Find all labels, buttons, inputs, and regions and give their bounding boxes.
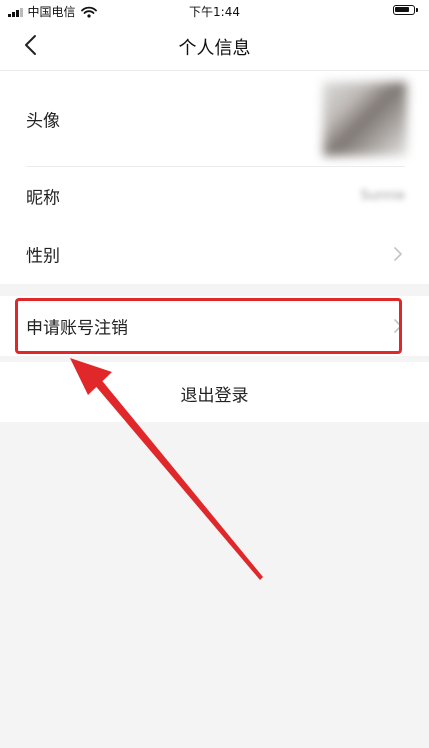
- profile-group: 头像 昵称 Sunnie 性别: [0, 71, 429, 284]
- gender-label: 性别: [26, 246, 60, 267]
- nickname-value: Sunnie: [360, 188, 405, 204]
- nav-bar: 个人信息: [0, 20, 429, 71]
- nickname-label: 昵称: [26, 188, 60, 209]
- account-group: 申请账号注销: [0, 296, 429, 356]
- avatar-label: 头像: [26, 111, 60, 132]
- deactivate-account-label: 申请账号注销: [26, 318, 128, 339]
- status-bar: 中国电信 下午1:44: [0, 0, 429, 20]
- nickname-row[interactable]: 昵称 Sunnie: [0, 167, 429, 225]
- avatar: [323, 82, 407, 156]
- logout-button[interactable]: 退出登录: [0, 362, 429, 422]
- avatar-row[interactable]: 头像: [0, 71, 429, 167]
- status-time: 下午1:44: [189, 5, 240, 19]
- deactivate-account-row[interactable]: 申请账号注销: [0, 296, 429, 356]
- chevron-right-icon: [394, 247, 402, 261]
- logout-label: 退出登录: [180, 386, 249, 406]
- battery-icon: [393, 5, 418, 15]
- gender-row[interactable]: 性别: [0, 225, 429, 283]
- page-title: 个人信息: [178, 38, 251, 59]
- chevron-right-icon: [394, 319, 402, 333]
